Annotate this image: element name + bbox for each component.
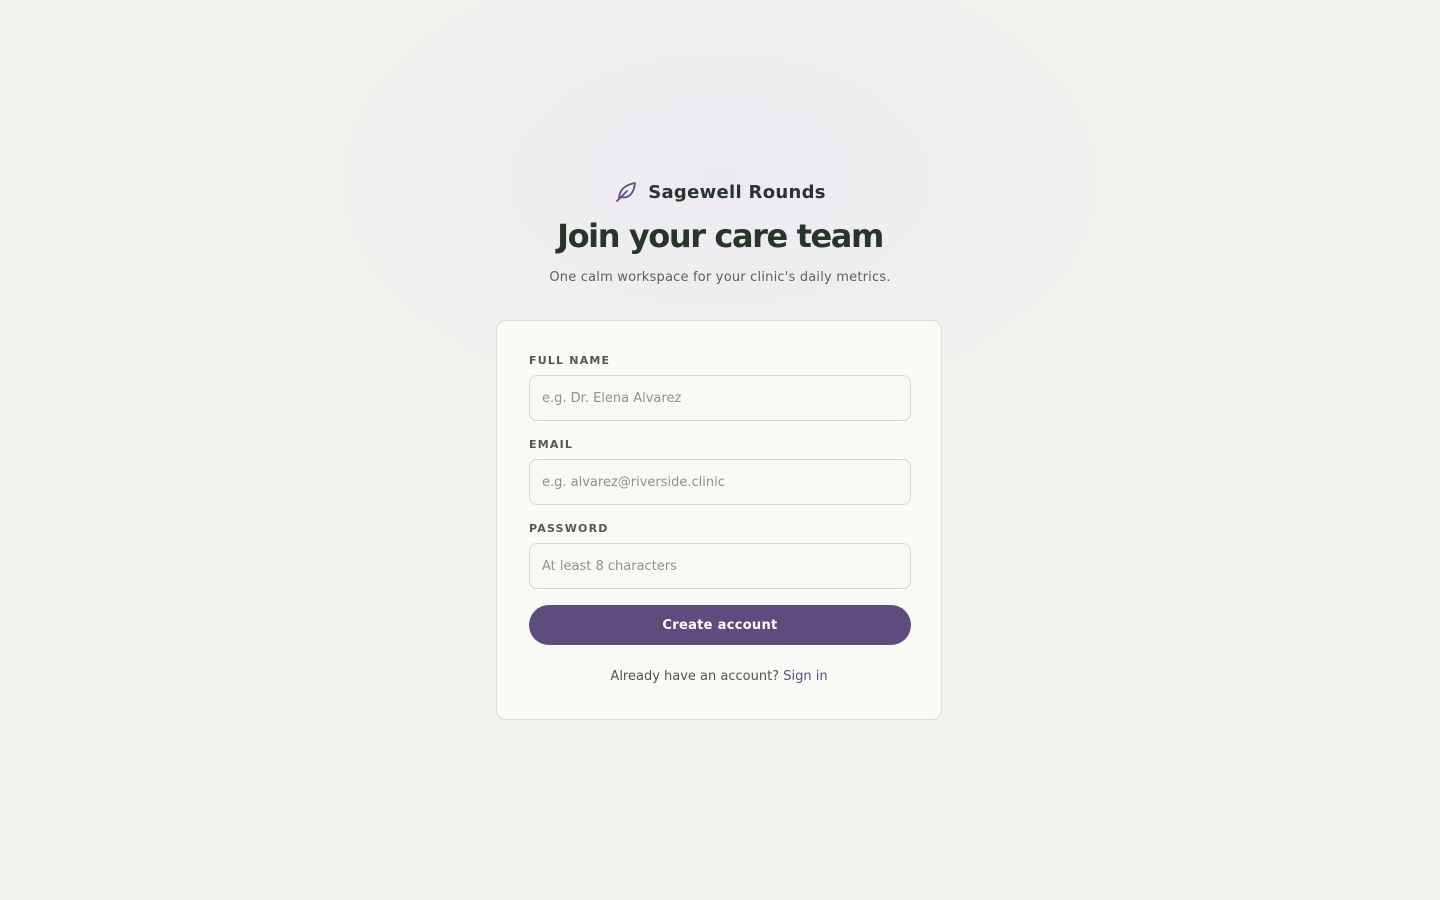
create-account-button[interactable]: Create account [529, 605, 911, 645]
email-input[interactable] [529, 459, 911, 505]
page-subtitle: One calm workspace for your clinic's dai… [549, 270, 891, 285]
signin-prompt-text: Already have an account? [610, 669, 780, 684]
password-label: PASSWORD [529, 522, 609, 535]
signin-link[interactable]: Sign in [783, 669, 827, 684]
leaf-icon [614, 180, 638, 204]
full-name-input[interactable] [529, 375, 911, 421]
brand-name: Sagewell Rounds [648, 181, 826, 203]
full-name-label: FULL NAME [529, 354, 611, 367]
email-label: EMAIL [529, 438, 574, 451]
signup-card: FULL NAME EMAIL PASSWORD Create account … [496, 320, 942, 720]
brand: Sagewell Rounds [0, 177, 1440, 207]
signin-prompt: Already have an account? Sign in [497, 669, 941, 684]
page-title: Join your care team [557, 217, 884, 255]
password-input[interactable] [529, 543, 911, 589]
